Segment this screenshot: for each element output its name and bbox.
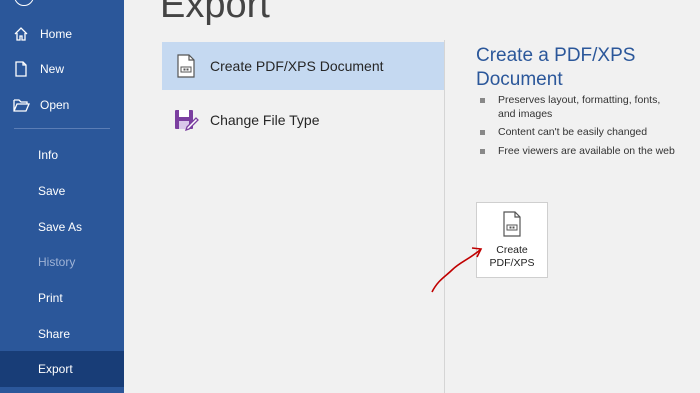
annotation-arrow-icon <box>431 247 483 293</box>
